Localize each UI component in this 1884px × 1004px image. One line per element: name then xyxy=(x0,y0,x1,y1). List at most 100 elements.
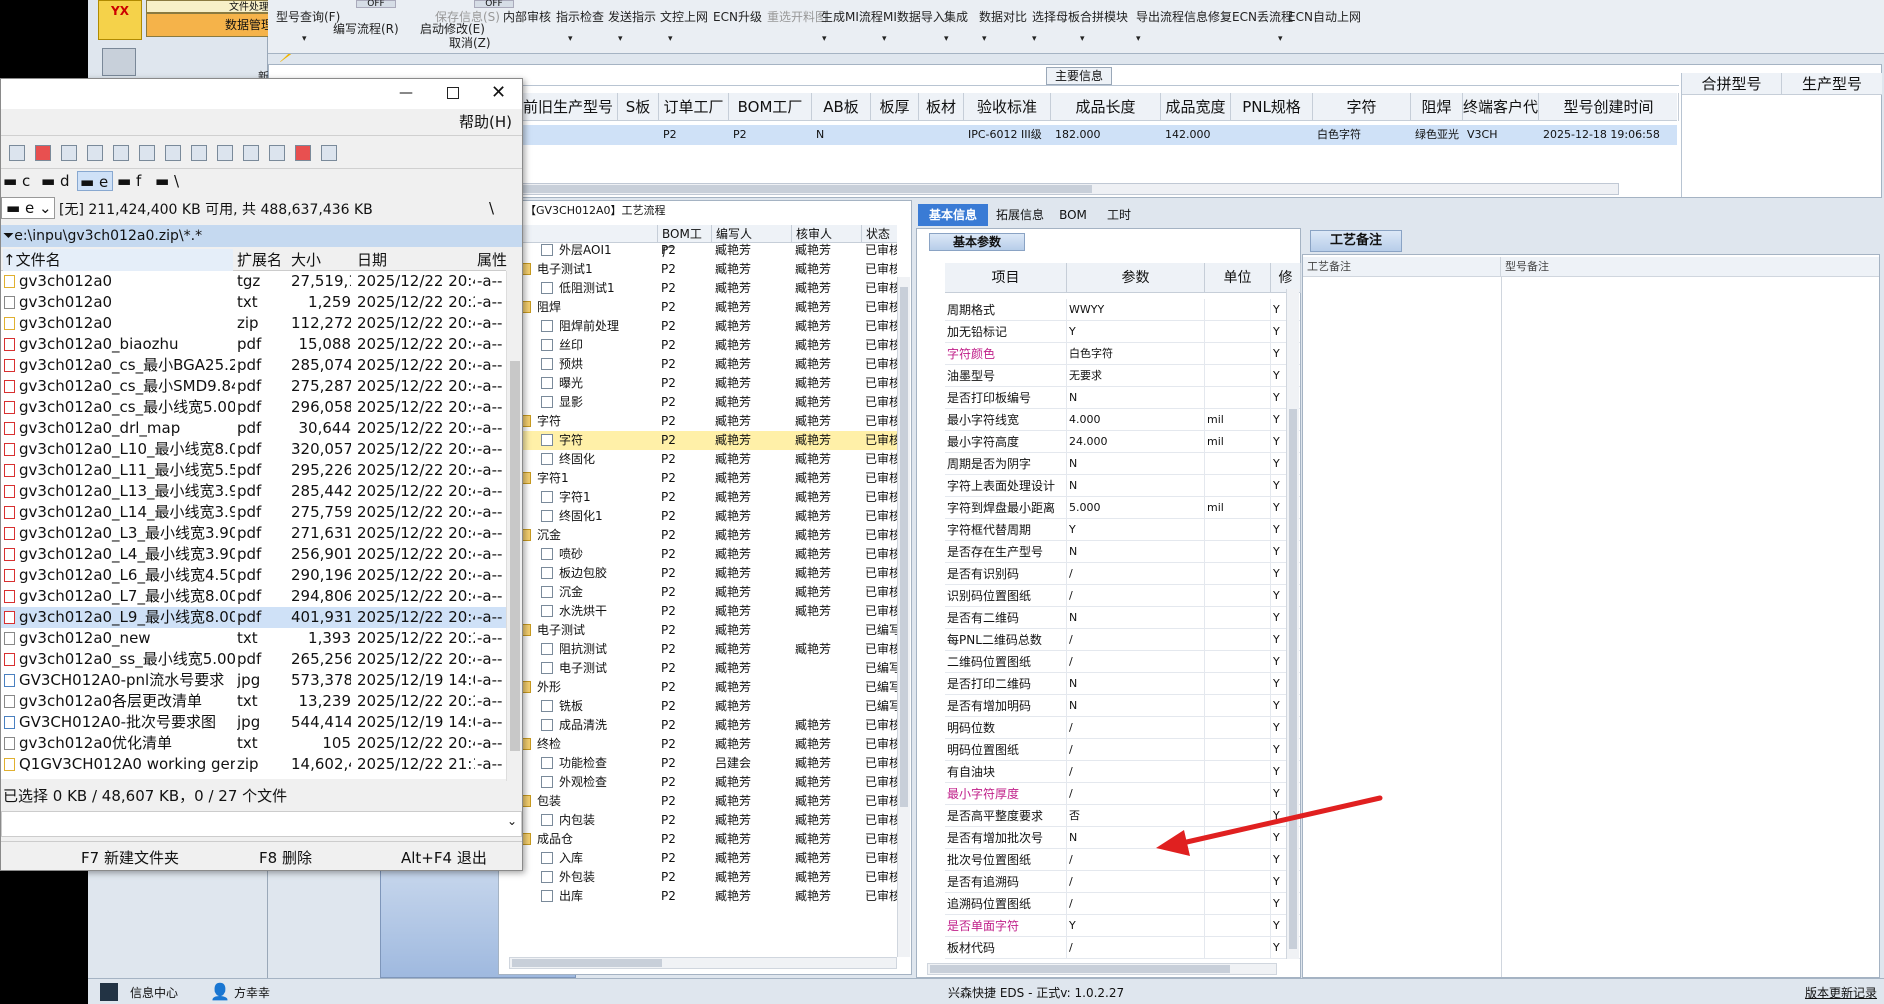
toolbar-item[interactable]: 集成 xyxy=(944,8,968,25)
param-row[interactable]: 是否有二维码 N Y xyxy=(945,607,1300,629)
file-row[interactable]: gv3ch012a0_ss_最小线宽5.000 pdf 265,256 2025/12… xyxy=(1,649,506,670)
drive-select[interactable]: ▬ e ⌄ xyxy=(1,197,55,219)
param-row[interactable]: 明码位置图纸 / Y xyxy=(945,739,1300,761)
param-column-header[interactable]: 参数 xyxy=(1067,263,1205,293)
column-header[interactable]: 板厚 xyxy=(871,93,919,121)
file-list-scrollbar[interactable] xyxy=(506,271,522,781)
workflow-row[interactable]: 板边包胶 P2 臧艳芳 臧艳芳 已审核 xyxy=(499,564,897,583)
toolbar-item[interactable]: 指示检查 xyxy=(556,8,604,25)
param-row[interactable]: 有自油块 / Y xyxy=(945,761,1300,783)
dropdown-arrow-icon[interactable]: ▾ xyxy=(1080,34,1085,44)
workflow-row[interactable]: 功能检查 P2 吕建会 臧艳芳 已审核 xyxy=(499,754,897,773)
drive-button[interactable]: ▬ c xyxy=(1,171,37,191)
param-row[interactable]: 加无铅标记 Y Y xyxy=(945,321,1300,343)
workflow-row[interactable]: 外层AOI1 P2 臧艳芳 臧艳芳 已审核 xyxy=(499,241,897,260)
dropdown-arrow-icon[interactable]: ▾ xyxy=(822,34,827,44)
param-row[interactable]: 周期是否为阴字 N Y xyxy=(945,453,1300,475)
file-column-header[interactable]: ↑文件名 xyxy=(3,249,233,271)
sheet-icon[interactable] xyxy=(165,145,181,161)
workflow-row[interactable]: 阻抗测试 P2 臧艳芳 臧艳芳 已审核 xyxy=(499,640,897,659)
workflow-horizontal-scrollbar[interactable] xyxy=(509,957,897,969)
column-header[interactable]: S板 xyxy=(618,93,659,121)
dropdown-arrow-icon[interactable]: ▾ xyxy=(944,34,949,44)
workflow-row[interactable]: 电子测试 P2 臧艳芳 已编写 xyxy=(499,621,897,640)
toggle-off-2[interactable]: OFF xyxy=(474,0,514,9)
workflow-row[interactable]: 终检 P2 臧艳芳 臧艳芳 已审核 xyxy=(499,735,897,754)
close-icon[interactable]: ✕ xyxy=(491,82,506,103)
param-column-header[interactable]: 单位 xyxy=(1205,263,1271,293)
param-row[interactable]: 周期格式 WWYY Y xyxy=(945,299,1300,321)
file-column-header[interactable]: 日期 xyxy=(357,249,475,271)
toolbar-item[interactable]: 合拼模块 xyxy=(1080,8,1128,25)
file-row[interactable]: gv3ch012a0_cs_最小线宽5.000 pdf 296,058 2025/12… xyxy=(1,397,506,418)
column-header[interactable]: 验收标准 xyxy=(964,93,1051,121)
basic-tab[interactable]: 基本信息 xyxy=(918,204,988,226)
dropdown-arrow-icon[interactable]: ▾ xyxy=(982,34,987,44)
workflow-row[interactable]: 终固化1 P2 臧艳芳 臧艳芳 已审核 xyxy=(499,507,897,526)
file-row[interactable]: gv3ch012a0_L13_最小线宽3.9.. pdf 285,442 2025/1… xyxy=(1,481,506,502)
function-key-button[interactable]: F8 删除 xyxy=(259,847,312,868)
param-row[interactable]: 板材代码 / Y xyxy=(945,937,1300,959)
file-column-header[interactable]: 属性 xyxy=(477,249,507,271)
calculator-icon[interactable] xyxy=(102,48,136,76)
file-row[interactable]: gv3ch012a0_L9_最小线宽8.000 pdf 401,931 2025/12… xyxy=(1,607,506,628)
basic-params-subtab[interactable]: 基本参数 xyxy=(929,233,1025,251)
workflow-row[interactable]: 出库 P2 臧艳芳 臧艳芳 已审核 xyxy=(499,887,897,906)
file-row[interactable]: gv3ch012a0_L14_最小线宽3.9.. pdf 275,759 2025/1… xyxy=(1,502,506,523)
workflow-row[interactable]: 成品仓 P2 臧艳芳 臧艳芳 已审核 xyxy=(499,830,897,849)
param-row[interactable]: 识别码位置图纸 / Y xyxy=(945,585,1300,607)
file-column-header[interactable]: 大小 xyxy=(291,249,351,271)
param-row[interactable]: 是否打印板编号 N Y xyxy=(945,387,1300,409)
dropdown-arrow-icon[interactable]: ▾ xyxy=(1136,34,1141,44)
file-row[interactable]: gv3ch012a0_L6_最小线宽4.502 pdf 290,196 2025/12… xyxy=(1,565,506,586)
file-row[interactable]: gv3ch012a0优化清单 txt 105 2025/12/22 20:42-a-- xyxy=(1,733,506,754)
workflow-row[interactable]: 沉金 P2 臧艳芳 臧艳芳 已审核 xyxy=(499,583,897,602)
basic-tab[interactable]: 工时 xyxy=(1096,204,1142,226)
command-line[interactable]: ⌄ xyxy=(1,811,522,837)
file-row[interactable]: gv3ch012a0_drl_map pdf 30,644 2025/12/22 20… xyxy=(1,418,506,439)
param-row[interactable]: 追溯码位置图纸 / Y xyxy=(945,893,1300,915)
file-row[interactable]: Q1GV3CH012A0 working gerb..zip 14,602,457… xyxy=(1,754,506,775)
workflow-row[interactable]: 显影 P2 臧艳芳 臧艳芳 已审核 xyxy=(499,393,897,412)
dropdown-arrow-icon[interactable]: ▾ xyxy=(618,34,623,44)
dropdown-arrow-icon[interactable]: ▾ xyxy=(1278,34,1283,44)
toolbar-item[interactable]: 生成MI流程 xyxy=(821,8,883,25)
workflow-row[interactable]: 终固化 P2 臧艳芳 臧艳芳 已审核 xyxy=(499,450,897,469)
param-row[interactable]: 每PNL二维码总数 / Y xyxy=(945,629,1300,651)
param-row[interactable]: 字符上表面处理设计 N Y xyxy=(945,475,1300,497)
workflow-row[interactable]: 电子测试1 P2 臧艳芳 臧艳芳 已审核 xyxy=(499,260,897,279)
param-row[interactable]: 明码位数 / Y xyxy=(945,717,1300,739)
blank-page-icon[interactable] xyxy=(269,145,285,161)
workflow-vertical-scrollbar[interactable] xyxy=(897,277,910,957)
path-bar[interactable]: ⏷e:\inpu\gv3ch012a0.zip\*.* xyxy=(1,225,522,247)
toolbar-item[interactable]: ECN升级 xyxy=(713,8,762,25)
workflow-row[interactable]: 外包装 P2 臧艳芳 臧艳芳 已审核 xyxy=(499,868,897,887)
window-icon[interactable] xyxy=(321,145,337,161)
param-row[interactable]: 二维码位置图纸 / Y xyxy=(945,651,1300,673)
toolbar-item[interactable]: 选择母板 xyxy=(1032,8,1080,25)
file-column-header[interactable]: 扩展名 xyxy=(237,249,287,271)
function-key-button[interactable]: F7 新建文件夹 xyxy=(81,847,179,868)
param-row[interactable]: 是否打印二维码 N Y xyxy=(945,673,1300,695)
workflow-row[interactable]: 预烘 P2 臧艳芳 臧艳芳 已审核 xyxy=(499,355,897,374)
basic-tab[interactable]: BOM xyxy=(1052,204,1094,226)
function-key-button[interactable]: Alt+F4 退出 xyxy=(401,847,487,868)
file-row[interactable]: gv3ch012a0_L4_最小线宽3.900 pdf 256,901 2025/12… xyxy=(1,544,506,565)
workflow-row[interactable]: 铣板 P2 臧艳芳 已编写 xyxy=(499,697,897,716)
workflow-row[interactable]: 阻焊 P2 臧艳芳 臧艳芳 已审核 xyxy=(499,298,897,317)
workflow-row[interactable]: 成品清洗 P2 臧艳芳 臧艳芳 已审核 xyxy=(499,716,897,735)
network-icon[interactable] xyxy=(139,145,155,161)
cancel-button[interactable]: 取消(Z) xyxy=(449,34,491,51)
column-header[interactable]: 订单工厂 xyxy=(659,93,729,121)
param-row[interactable]: 油墨型号 无要求 Y xyxy=(945,365,1300,387)
drive-button[interactable]: ▬ f xyxy=(115,171,151,191)
column-header[interactable]: 板材 xyxy=(919,93,964,121)
column-header[interactable]: 前旧生产型号 xyxy=(519,93,618,121)
basic-tab[interactable]: 拓展信息 xyxy=(990,204,1050,226)
file-row[interactable]: gv3ch012a0 txt 1,259 2025/12/22 20:22-a-- xyxy=(1,292,506,313)
workflow-row[interactable]: 水洗烘干 P2 臧艳芳 臧艳芳 已审核 xyxy=(499,602,897,621)
file-row[interactable]: gv3ch012a0_biaozhu pdf 15,088 2025/12/22 20… xyxy=(1,334,506,355)
refresh-icon[interactable] xyxy=(61,145,77,161)
minimize-icon[interactable]: — xyxy=(399,85,413,101)
toolbar-item[interactable]: 内部审核 xyxy=(503,8,551,25)
